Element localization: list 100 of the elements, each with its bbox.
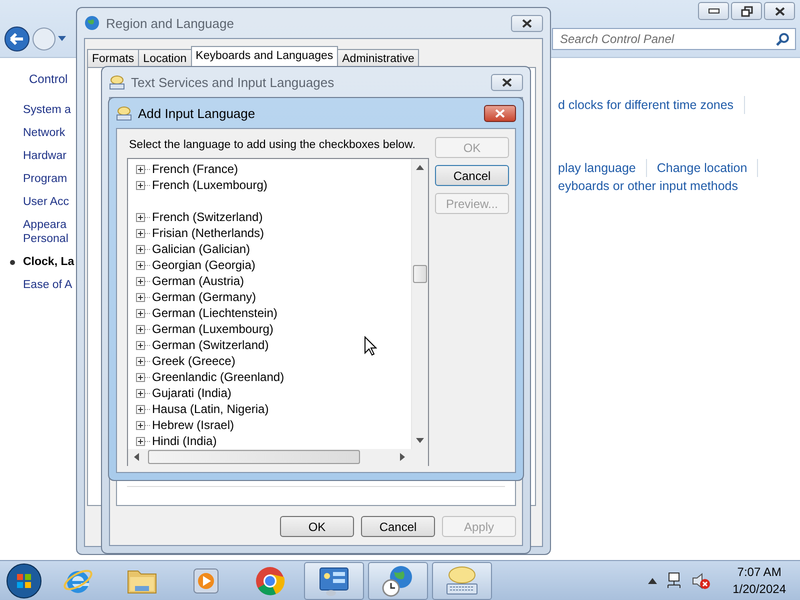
close-button[interactable]: [764, 2, 795, 20]
back-button[interactable]: [4, 26, 30, 52]
sidebar-item[interactable]: Clock, La: [23, 255, 74, 269]
expand-icon[interactable]: [136, 260, 150, 270]
task-link[interactable]: Change location: [656, 161, 748, 175]
horizontal-scrollbar[interactable]: [128, 449, 411, 466]
close-icon: [522, 18, 532, 28]
scroll-down-arrow-icon[interactable]: [416, 438, 424, 443]
tab[interactable]: Location: [138, 49, 192, 67]
expand-icon[interactable]: [136, 228, 150, 238]
restore-icon: [740, 6, 752, 16]
expand-icon[interactable]: [136, 356, 150, 366]
language-item[interactable]: Greek (Greece): [152, 354, 236, 368]
language-item[interactable]: Gujarati (India): [152, 386, 232, 400]
globe-icon: [84, 15, 100, 31]
language-item[interactable]: Hindi (India): [152, 434, 217, 448]
language-item[interactable]: Hebrew (Israel): [152, 418, 234, 432]
scroll-left-arrow-icon[interactable]: [134, 453, 139, 461]
expand-icon[interactable]: [136, 372, 150, 382]
expand-icon[interactable]: [136, 340, 150, 350]
minimize-icon: [708, 8, 720, 14]
expand-icon[interactable]: [136, 244, 150, 254]
language-item[interactable]: German (Liechtenstein): [152, 306, 278, 320]
expand-icon[interactable]: [136, 292, 150, 302]
time-text: 7:07 AM: [737, 564, 782, 580]
chrome-icon: [254, 564, 286, 596]
instruction-text: Select the language to add using the checkboxes below.: [129, 139, 416, 151]
close-icon: [774, 6, 784, 16]
language-item[interactable]: German (Luxembourg): [152, 322, 274, 336]
keyboard-bubble-icon: [444, 564, 480, 596]
language-item[interactable]: German (Switzerland): [152, 338, 269, 352]
expand-icon[interactable]: [136, 212, 150, 222]
date-text: 1/20/2024: [732, 580, 786, 598]
language-item[interactable]: French (Luxembourg): [152, 178, 268, 192]
sidebar-item[interactable]: User Acc: [23, 195, 70, 209]
scrollbar-thumb[interactable]: [148, 450, 360, 464]
tab[interactable]: Formats: [87, 49, 140, 67]
caret-icon[interactable]: [58, 36, 66, 42]
close-button[interactable]: [491, 74, 523, 90]
sidebar-item[interactable]: Program: [23, 172, 68, 186]
scroll-up-arrow-icon[interactable]: [416, 165, 424, 170]
language-item[interactable]: Greenlandic (Greenland): [152, 370, 284, 384]
sidebar-item[interactable]: Network: [23, 126, 66, 140]
mouse-cursor-icon: [364, 336, 377, 356]
caret-icon[interactable]: [648, 578, 657, 584]
dialog-button[interactable]: Cancel: [361, 516, 435, 537]
close-icon: [495, 108, 505, 118]
sidebar-item[interactable]: Appeara Personal: [23, 218, 68, 246]
dialog-button[interactable]: OK: [280, 516, 354, 537]
task-link[interactable]: d clocks for different time zones: [558, 98, 734, 112]
sidebar-item[interactable]: Ease of A: [23, 278, 72, 292]
tab[interactable]: Keyboards and Languages: [190, 46, 338, 67]
task-link[interactable]: eyboards or other input methods: [558, 179, 738, 193]
language-item[interactable]: Frisian (Netherlands): [152, 226, 264, 240]
window-title: Text Services and Input Languages: [131, 74, 334, 90]
close-button[interactable]: [484, 104, 516, 122]
close-icon: [502, 78, 512, 86]
sidebar-heading[interactable]: Control: [10, 72, 76, 86]
expand-icon[interactable]: [136, 436, 150, 446]
language-icon: [109, 74, 125, 90]
expand-icon[interactable]: [136, 420, 150, 430]
globe-clock-icon: [381, 564, 415, 598]
language-item[interactable]: French (France): [152, 162, 238, 176]
language-item[interactable]: French (Switzerland): [152, 210, 263, 224]
expand-icon[interactable]: [136, 404, 150, 414]
window-title: Add Input Language: [138, 106, 256, 120]
task-link[interactable]: play language: [558, 161, 636, 175]
expand-icon[interactable]: [136, 324, 150, 334]
search-field[interactable]: Search Control Panel: [552, 28, 796, 50]
language-item[interactable]: German (Germany): [152, 290, 256, 304]
window-title: Region and Language: [106, 16, 234, 30]
sidebar-item[interactable]: Hardwar: [23, 149, 66, 163]
media-player-icon: [192, 566, 220, 594]
minimize-button[interactable]: [698, 2, 729, 20]
taskbar-app-button[interactable]: [304, 562, 364, 600]
start-button[interactable]: [4, 562, 44, 600]
taskbar-app-button[interactable]: [368, 562, 428, 600]
search-icon: [776, 32, 790, 46]
language-item[interactable]: Galician (Galician): [152, 242, 250, 256]
expand-icon[interactable]: [136, 308, 150, 318]
expand-icon[interactable]: [136, 164, 150, 174]
language-item[interactable]: Georgian (Georgia): [152, 258, 256, 272]
language-item[interactable]: German (Austria): [152, 274, 244, 288]
scroll-right-arrow-icon[interactable]: [400, 453, 405, 461]
expand-icon[interactable]: [136, 388, 150, 398]
dialog-button[interactable]: Cancel: [435, 165, 509, 186]
clock[interactable]: 7:07 AM 1/20/2024: [732, 564, 786, 598]
expand-icon[interactable]: [136, 180, 150, 190]
restore-button[interactable]: [731, 2, 762, 20]
muted-speaker-icon[interactable]: [690, 572, 711, 590]
tab[interactable]: Administrative: [337, 49, 420, 67]
taskbar-app-button[interactable]: [432, 562, 492, 600]
sidebar-item[interactable]: System a: [23, 103, 71, 117]
language-item[interactable]: Hausa (Latin, Nigeria): [152, 402, 269, 416]
vertical-scrollbar[interactable]: [411, 159, 428, 449]
control-panel-icon: [317, 564, 351, 596]
network-icon[interactable]: [664, 572, 683, 590]
expand-icon[interactable]: [136, 276, 150, 286]
close-button[interactable]: [511, 14, 543, 32]
scrollbar-thumb[interactable]: [413, 265, 427, 283]
